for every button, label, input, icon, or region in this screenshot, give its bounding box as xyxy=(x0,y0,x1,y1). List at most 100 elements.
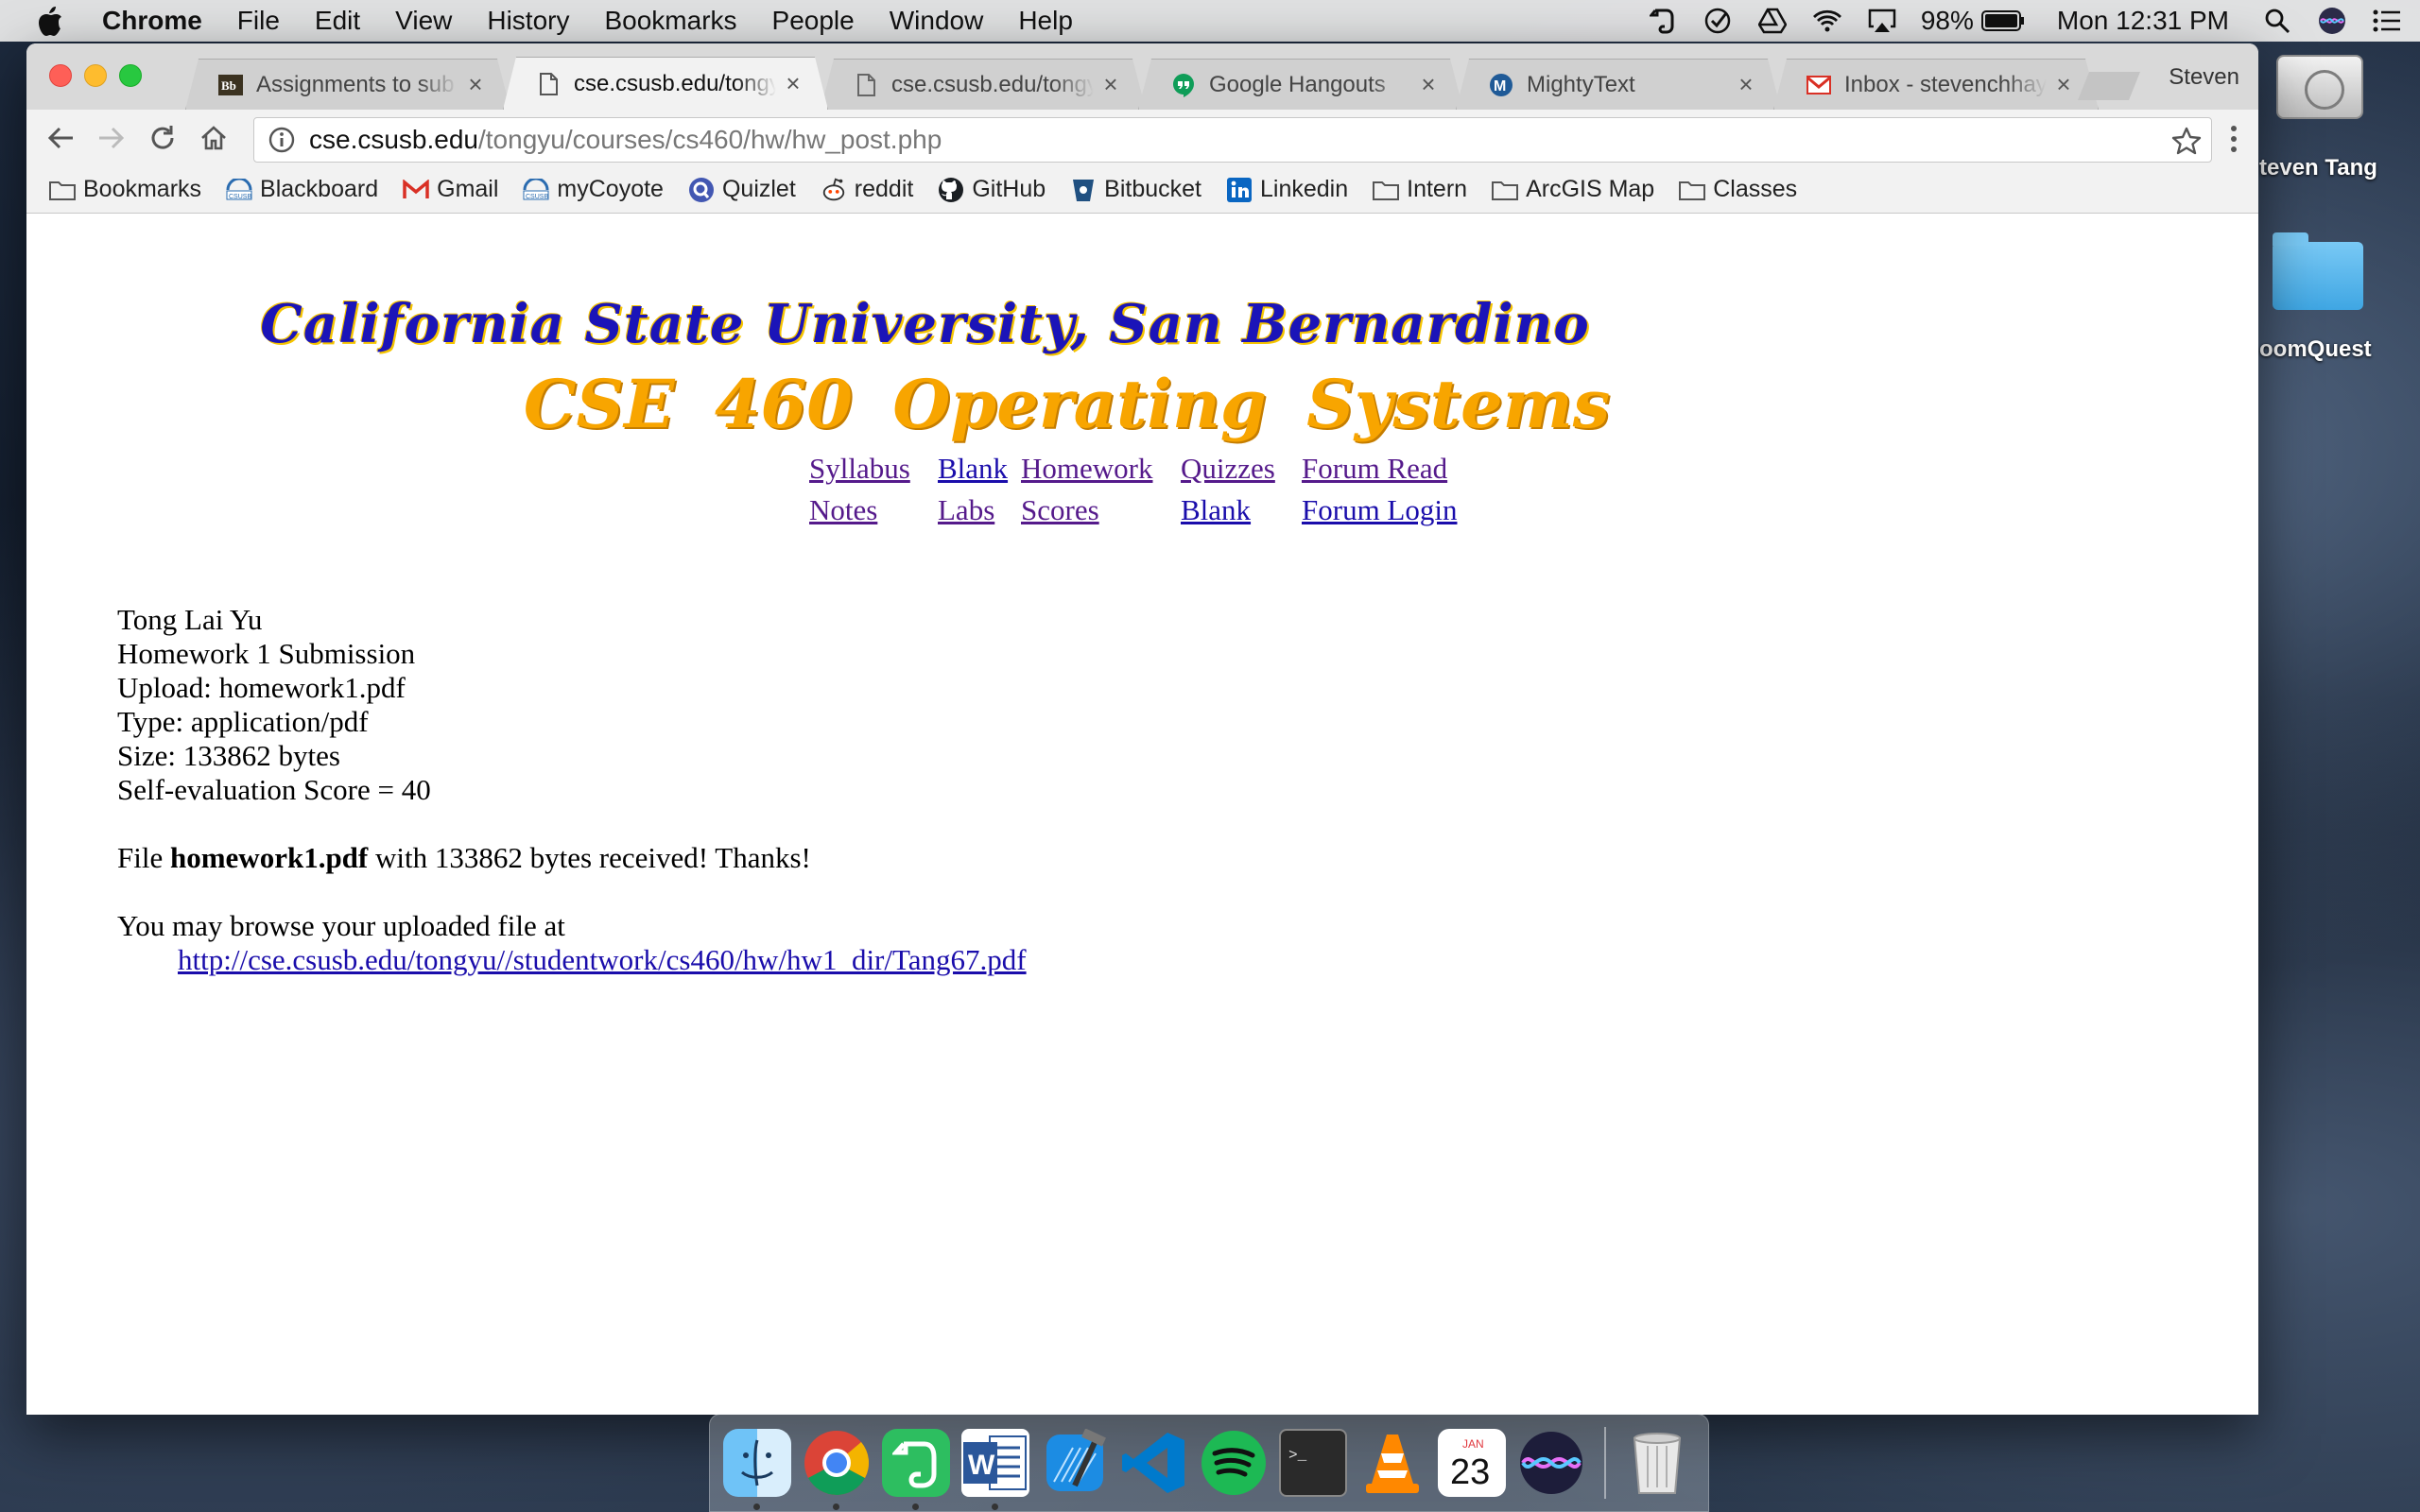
back-arrow-icon[interactable] xyxy=(42,119,79,157)
vlc-icon[interactable] xyxy=(1358,1429,1426,1497)
nav-blank-link-2[interactable]: Blank xyxy=(1181,493,1251,527)
word-icon[interactable]: W xyxy=(961,1429,1029,1510)
tab-inbox[interactable]: Inbox - stevenchhay × xyxy=(1773,59,2099,110)
tab-mightytext[interactable]: M MightyText × xyxy=(1456,59,1781,110)
bookmark-star-icon[interactable] xyxy=(2171,126,2202,156)
menu-history[interactable]: History xyxy=(487,6,569,36)
bookmark-label: Gmail xyxy=(437,176,499,202)
close-icon[interactable]: × xyxy=(784,69,803,98)
bookmark-gmail[interactable]: Gmail xyxy=(403,176,498,203)
bookmark-label: Intern xyxy=(1407,176,1468,202)
desktop-folder[interactable]: oomQuest xyxy=(2259,232,2420,363)
google-drive-icon[interactable] xyxy=(1756,5,1789,37)
spotlight-search-icon[interactable] xyxy=(2261,5,2293,37)
terminal-icon[interactable]: >_ xyxy=(1279,1429,1347,1497)
svg-text:CSUSB: CSUSB xyxy=(526,194,548,200)
nav-labs-link[interactable]: Labs xyxy=(938,493,994,527)
tab-hangouts[interactable]: Google Hangouts × xyxy=(1138,59,1463,110)
window-maximize-button[interactable] xyxy=(119,64,142,87)
menu-file[interactable]: File xyxy=(237,6,280,36)
tab-cse-csusb[interactable]: cse.csusb.edu/tongyu × xyxy=(821,59,1146,110)
bookmark-intern[interactable]: Intern xyxy=(1373,176,1467,203)
apple-icon[interactable] xyxy=(36,4,70,38)
menu-window[interactable]: Window xyxy=(890,6,984,36)
vscode-icon[interactable] xyxy=(1120,1429,1188,1497)
university-title: California State University, San Bernard… xyxy=(260,293,1590,355)
checkmark-circle-icon[interactable] xyxy=(1702,5,1734,37)
menu-bookmarks[interactable]: Bookmarks xyxy=(604,6,736,36)
address-bar[interactable]: cse.csusb.edu/tongyu/courses/cs460/hw/hw… xyxy=(253,117,2212,163)
nav-forum-read-link[interactable]: Forum Read xyxy=(1302,452,1447,486)
nav-homework-link[interactable]: Homework xyxy=(1021,452,1152,486)
airplay-icon[interactable] xyxy=(1866,5,1898,37)
menu-people[interactable]: People xyxy=(772,6,855,36)
nav-syllabus-link[interactable]: Syllabus xyxy=(809,452,910,486)
window-close-button[interactable] xyxy=(49,64,72,87)
evernote-status-icon[interactable] xyxy=(1647,5,1679,37)
bookmark-github[interactable]: GitHub xyxy=(938,176,1046,203)
siri-icon[interactable] xyxy=(2316,5,2348,37)
nav-notes-link[interactable]: Notes xyxy=(809,493,877,527)
chrome-icon[interactable] xyxy=(803,1429,871,1510)
bookmark-arcgis-map[interactable]: ArcGIS Map xyxy=(1492,176,1654,203)
menu-view[interactable]: View xyxy=(395,6,452,36)
reload-icon[interactable] xyxy=(144,119,182,157)
home-icon[interactable] xyxy=(195,119,233,157)
siri-icon[interactable] xyxy=(1517,1429,1585,1497)
forward-arrow-icon[interactable] xyxy=(93,119,130,157)
course-title: CSE 460 Operating Systems xyxy=(523,365,1611,443)
bookmark-blackboard[interactable]: CSUSB Blackboard xyxy=(226,176,378,203)
menu-edit[interactable]: Edit xyxy=(315,6,360,36)
close-icon[interactable]: × xyxy=(1419,70,1438,99)
trash-icon[interactable] xyxy=(1623,1429,1691,1497)
bookmark-linkedin[interactable]: Linkedin xyxy=(1226,176,1348,203)
close-icon[interactable]: × xyxy=(2054,70,2073,99)
bookmark-bitbucket[interactable]: Bitbucket xyxy=(1070,176,1201,203)
battery-icon[interactable] xyxy=(1980,5,2025,37)
folder-icon xyxy=(49,177,76,203)
xcode-icon[interactable] xyxy=(1041,1429,1109,1497)
close-icon[interactable]: × xyxy=(1101,70,1120,99)
evernote-icon[interactable] xyxy=(882,1429,950,1510)
bookmark-label: reddit xyxy=(854,176,914,202)
clock[interactable]: Mon 12:31 PM xyxy=(2057,6,2229,36)
window-minimize-button[interactable] xyxy=(84,64,107,87)
nav-blank-link[interactable]: Blank xyxy=(938,452,1008,486)
received-suffix: with 133862 bytes received! Thanks! xyxy=(375,841,811,874)
menu-app-name[interactable]: Chrome xyxy=(102,6,202,36)
tab-hw-post[interactable]: cse.csusb.edu/tongyu × xyxy=(503,57,828,110)
nav-quizzes-link[interactable]: Quizzes xyxy=(1181,452,1275,486)
github-icon xyxy=(938,177,964,203)
folder-icon xyxy=(2273,232,2363,310)
gmail-icon xyxy=(1806,73,1831,97)
bookmark-mycoyote[interactable]: CSUSB myCoyote xyxy=(523,176,664,203)
bookmark-reddit[interactable]: reddit xyxy=(821,176,914,203)
bookmark-bookmarks[interactable]: Bookmarks xyxy=(49,176,201,203)
uploaded-file-link[interactable]: http://cse.csusb.edu/tongyu//studentwork… xyxy=(178,943,1027,977)
tab-title: MightyText xyxy=(1527,71,1635,97)
desktop-hard-drive[interactable]: teven Tang xyxy=(2259,55,2420,181)
bookmark-quizlet[interactable]: Quizlet xyxy=(688,176,796,203)
wifi-icon[interactable] xyxy=(1811,5,1843,37)
info-icon[interactable] xyxy=(268,126,296,154)
notification-center-icon[interactable] xyxy=(2371,5,2403,37)
nav-scores-link[interactable]: Scores xyxy=(1021,493,1099,527)
close-icon[interactable]: × xyxy=(466,70,485,99)
browse-message: You may browse your uploaded file at xyxy=(117,909,565,942)
csusb-icon: CSUSB xyxy=(523,177,549,203)
nav-forum-login-link[interactable]: Forum Login xyxy=(1302,493,1457,527)
chrome-menu-icon[interactable] xyxy=(2228,125,2239,153)
bookmark-classes[interactable]: Classes xyxy=(1679,176,1797,203)
close-icon[interactable]: × xyxy=(1737,70,1755,99)
svg-text:W: W xyxy=(968,1450,995,1481)
upload-filename: Upload: homework1.pdf xyxy=(117,671,406,704)
bookmark-label: Bookmarks xyxy=(83,176,202,202)
menu-bar: Chrome File Edit View History Bookmarks … xyxy=(0,0,2420,42)
profile-button[interactable]: Steven xyxy=(2169,64,2239,91)
tab-title: Inbox - stevenchhay xyxy=(1844,71,2047,97)
finder-icon[interactable] xyxy=(723,1429,791,1510)
menu-help[interactable]: Help xyxy=(1018,6,1073,36)
tab-assignments[interactable]: Bb Assignments to sub × xyxy=(185,59,510,110)
calendar-icon[interactable]: JAN 23 xyxy=(1438,1429,1506,1497)
spotify-icon[interactable] xyxy=(1200,1429,1268,1497)
